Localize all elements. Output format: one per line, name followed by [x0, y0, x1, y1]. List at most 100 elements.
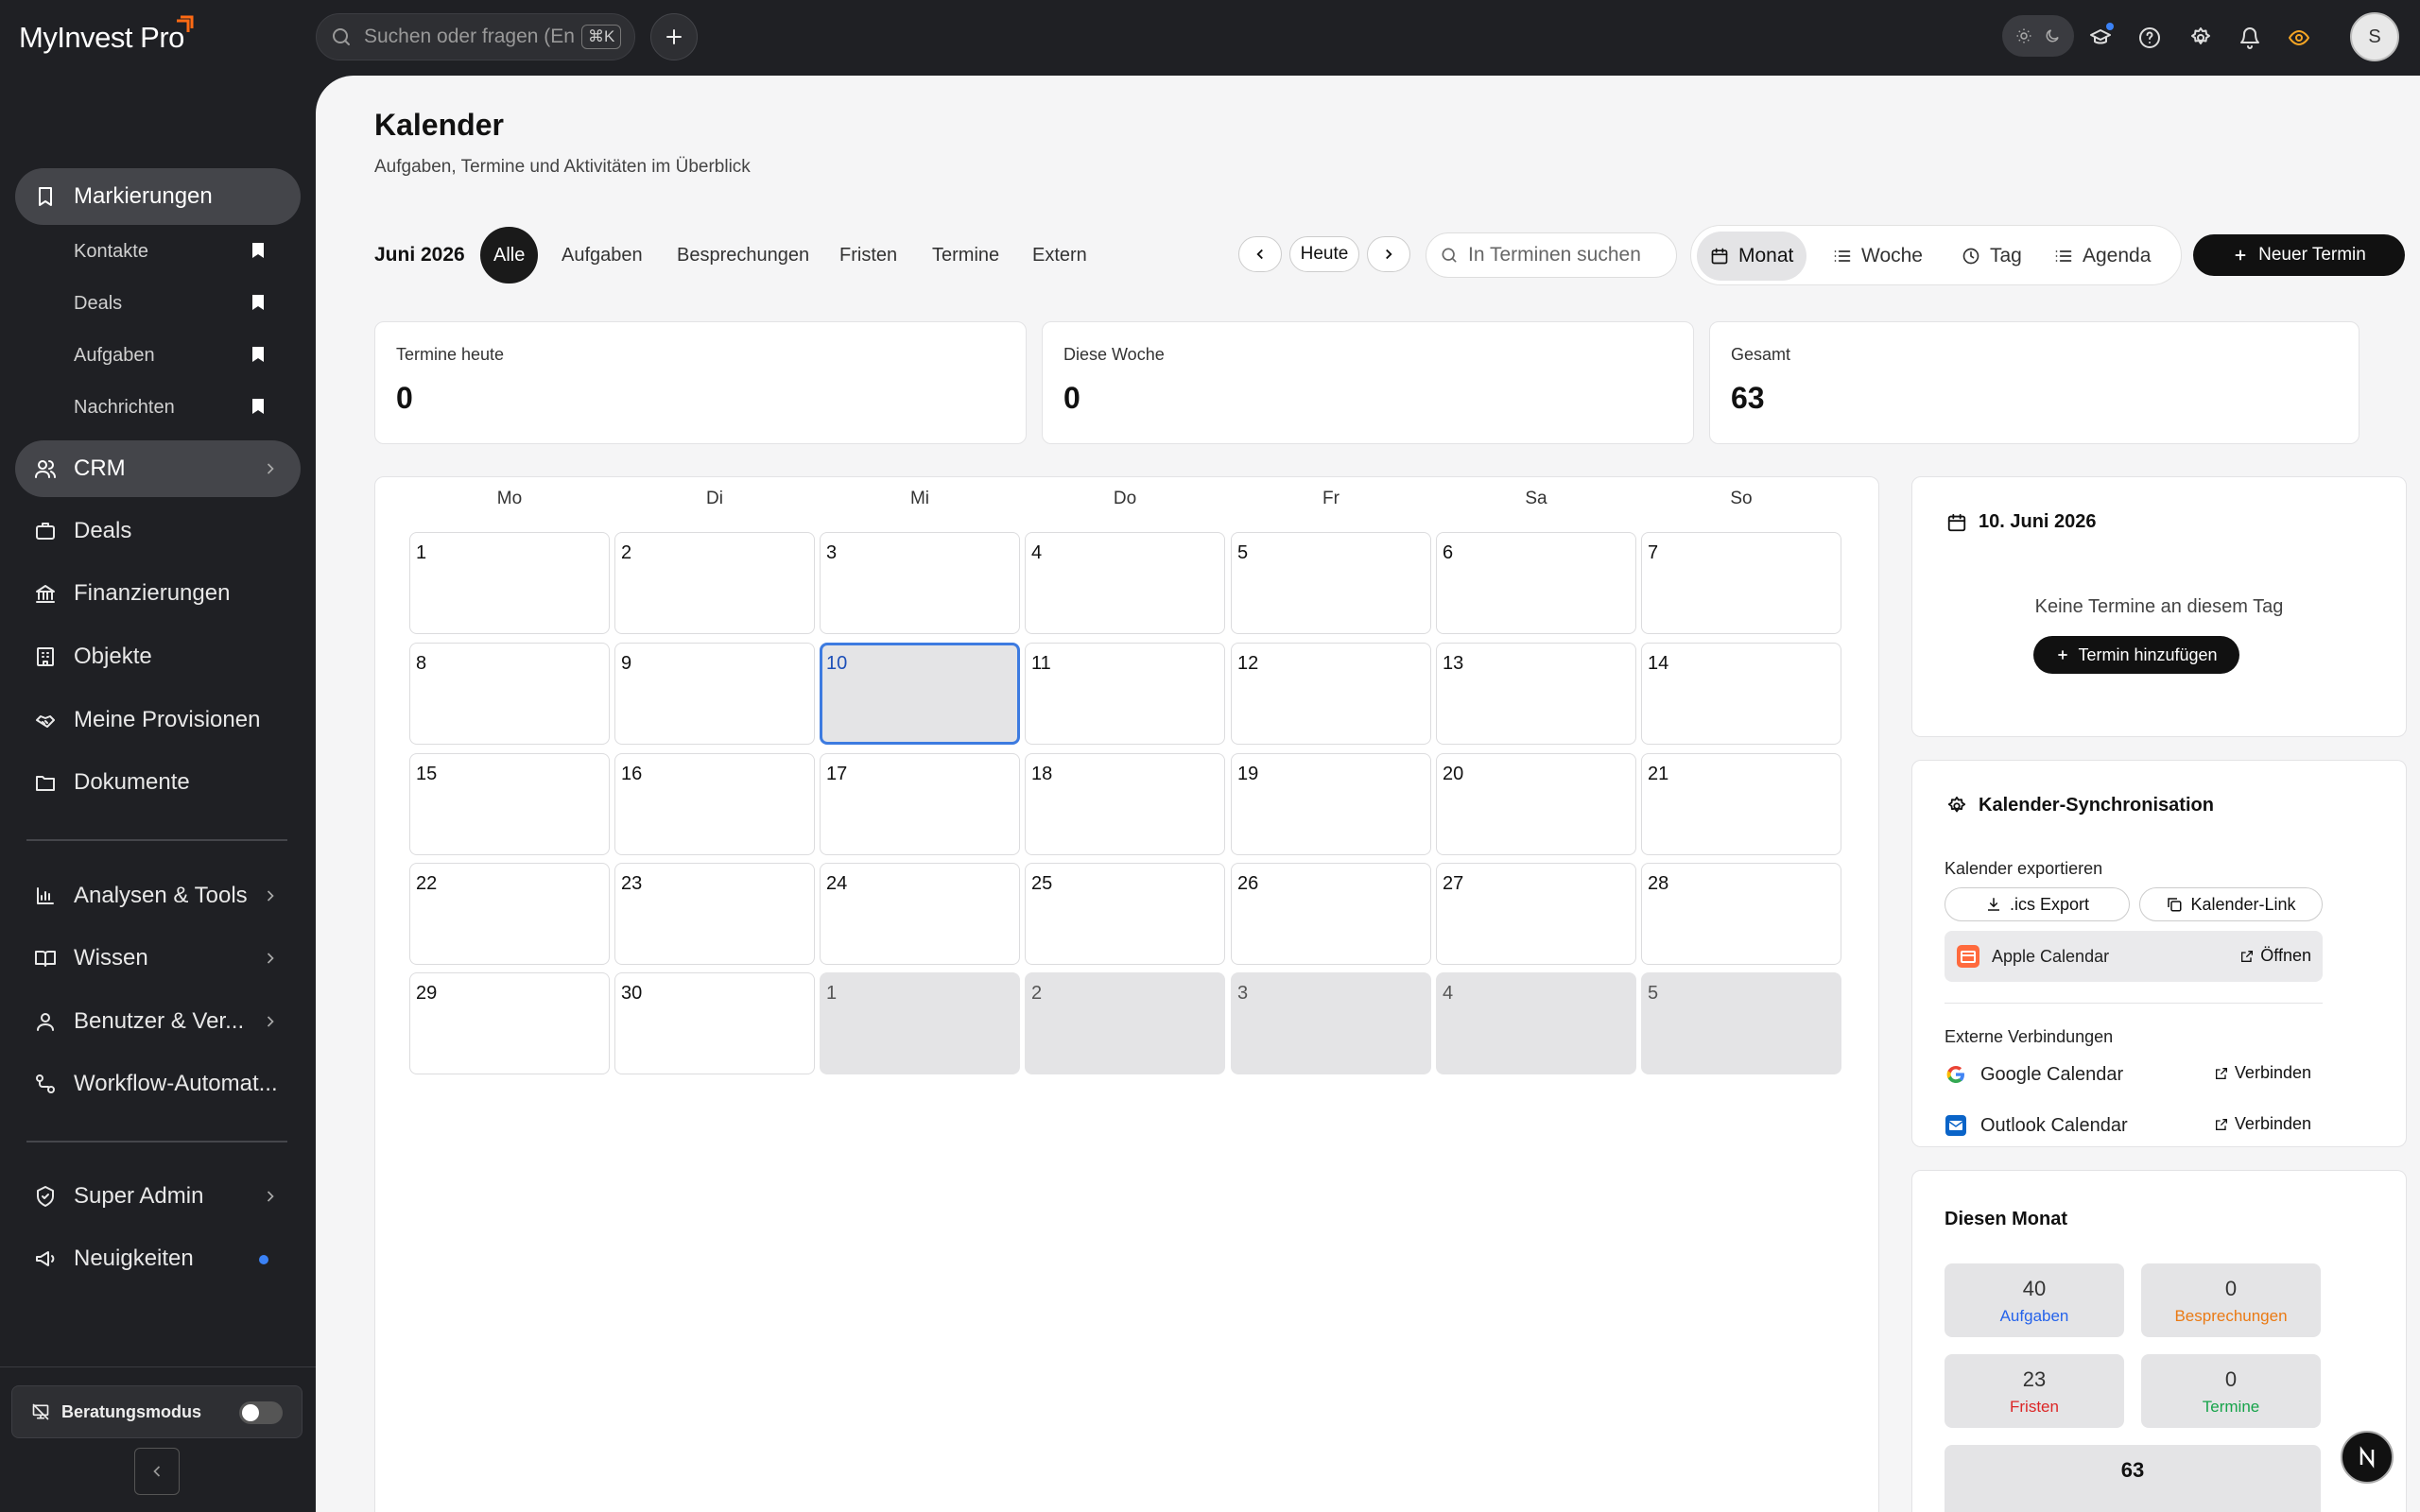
calendar-day[interactable]: 16: [614, 753, 815, 855]
calendar-day-selected[interactable]: 10: [820, 643, 1020, 745]
sidebar-item-commissions[interactable]: Meine Provisionen: [15, 692, 301, 748]
calendar-day[interactable]: 9: [614, 643, 815, 745]
calendar-day[interactable]: 28: [1641, 863, 1841, 965]
google-connect-button[interactable]: Verbinden: [2214, 1063, 2311, 1083]
calendar-day[interactable]: 27: [1436, 863, 1636, 965]
calendar-day[interactable]: 24: [820, 863, 1020, 965]
calendar-day[interactable]: 22: [409, 863, 610, 965]
calendar-day[interactable]: 5: [1641, 972, 1841, 1074]
calendar-link-button[interactable]: Kalender-Link: [2139, 887, 2323, 921]
bookmark-item-messages[interactable]: Nachrichten: [74, 388, 284, 426]
theme-toggle[interactable]: [2002, 15, 2074, 57]
calendar-day[interactable]: 12: [1231, 643, 1431, 745]
view-week-button[interactable]: Woche: [1820, 232, 1936, 281]
calendar-day[interactable]: 17: [820, 753, 1020, 855]
app-logo[interactable]: MyInvest Pro: [19, 15, 194, 55]
day-number: 5: [1237, 542, 1249, 563]
visibility-button[interactable]: [2284, 23, 2314, 53]
view-agenda-button[interactable]: Agenda: [2041, 232, 2164, 281]
calendar-day[interactable]: 4: [1436, 972, 1636, 1074]
sidebar-item-objects[interactable]: Objekte: [15, 628, 301, 685]
plus-icon: [666, 29, 682, 44]
academy-button[interactable]: [2085, 23, 2116, 53]
calendar-day[interactable]: 19: [1231, 753, 1431, 855]
bookmark-label: Deals: [74, 292, 123, 314]
calendar-day[interactable]: 14: [1641, 643, 1841, 745]
sidebar-item-crm[interactable]: CRM: [15, 440, 301, 497]
view-day-button[interactable]: Tag: [1948, 232, 2035, 281]
sidebar-item-news[interactable]: Neuigkeiten: [15, 1230, 301, 1287]
collapse-sidebar-button[interactable]: [134, 1448, 180, 1495]
sidebar-item-label: Deals: [74, 518, 132, 543]
assistant-button[interactable]: [2341, 1431, 2394, 1484]
filter-meetings[interactable]: Besprechungen: [664, 227, 822, 284]
calendar-day[interactable]: 5: [1231, 532, 1431, 634]
view-label: Agenda: [2083, 245, 2152, 266]
filter-all[interactable]: Alle: [480, 227, 539, 284]
moon-icon[interactable]: [2044, 27, 2061, 44]
sidebar-item-label: Analysen & Tools: [74, 883, 248, 908]
calendar-day[interactable]: 2: [614, 532, 815, 634]
sidebar-item-bookmarks[interactable]: Markierungen: [15, 168, 301, 225]
filter-tasks[interactable]: Aufgaben: [548, 227, 656, 284]
calendar-day[interactable]: 4: [1025, 532, 1225, 634]
event-search-input[interactable]: In Terminen suchen: [1426, 232, 1677, 278]
user-avatar[interactable]: S: [2350, 12, 2399, 61]
sidebar-item-knowledge[interactable]: Wissen: [15, 930, 301, 987]
outlook-connect-button[interactable]: Verbinden: [2214, 1114, 2311, 1134]
toggle-switch[interactable]: [239, 1401, 283, 1424]
filter-external[interactable]: Extern: [1019, 227, 1100, 284]
calendar-day[interactable]: 30: [614, 972, 815, 1074]
calendar-day[interactable]: 15: [409, 753, 610, 855]
sidebar-item-deals[interactable]: Deals: [15, 503, 301, 559]
bookmark-item-contacts[interactable]: Kontakte: [74, 232, 284, 270]
calendar-day[interactable]: 1: [820, 972, 1020, 1074]
sidebar-item-workflow[interactable]: Workflow-Automat...: [15, 1056, 301, 1112]
prev-month-button[interactable]: [1238, 236, 1282, 272]
calendar-day[interactable]: 3: [1231, 972, 1431, 1074]
quick-add-button[interactable]: [650, 13, 698, 60]
bookmark-label: Nachrichten: [74, 396, 175, 418]
bookmark-filled-icon[interactable]: [251, 294, 265, 311]
bookmark-item-tasks[interactable]: Aufgaben: [74, 336, 284, 374]
filter-appointments[interactable]: Termine: [919, 227, 1012, 284]
calendar-day[interactable]: 23: [614, 863, 815, 965]
ics-export-button[interactable]: .ics Export: [1945, 887, 2130, 921]
global-search-input[interactable]: Suchen oder fragen (Ent ⌘K: [316, 13, 635, 60]
calendar-day[interactable]: 18: [1025, 753, 1225, 855]
calendar-day[interactable]: 8: [409, 643, 610, 745]
sidebar-item-financing[interactable]: Finanzierungen: [15, 565, 301, 622]
calendar-day[interactable]: 21: [1641, 753, 1841, 855]
filter-deadlines[interactable]: Fristen: [826, 227, 910, 284]
calendar-day[interactable]: 6: [1436, 532, 1636, 634]
calendar-day[interactable]: 25: [1025, 863, 1225, 965]
add-event-button[interactable]: Termin hinzufügen: [2033, 636, 2239, 674]
sidebar-item-users[interactable]: Benutzer & Ver...: [15, 993, 301, 1050]
bookmark-filled-icon[interactable]: [251, 242, 265, 259]
bookmark-filled-icon[interactable]: [251, 398, 265, 415]
calendar-day[interactable]: 29: [409, 972, 610, 1074]
notifications-button[interactable]: [2235, 23, 2265, 53]
help-button[interactable]: [2135, 23, 2165, 53]
calendar-day[interactable]: 26: [1231, 863, 1431, 965]
calendar-day[interactable]: 7: [1641, 532, 1841, 634]
today-button[interactable]: Heute: [1289, 236, 1359, 272]
calendar-day[interactable]: 1: [409, 532, 610, 634]
sidebar-item-super-admin[interactable]: Super Admin: [15, 1168, 301, 1225]
calendar-day[interactable]: 20: [1436, 753, 1636, 855]
bookmark-filled-icon[interactable]: [251, 346, 265, 363]
calendar-day[interactable]: 13: [1436, 643, 1636, 745]
bookmark-item-deals[interactable]: Deals: [74, 284, 284, 322]
apple-open-button[interactable]: Öffnen: [2239, 946, 2311, 966]
calendar-day[interactable]: 3: [820, 532, 1020, 634]
new-event-button[interactable]: Neuer Termin: [2193, 234, 2405, 276]
consult-mode-toggle[interactable]: Beratungsmodus: [11, 1385, 302, 1438]
calendar-day[interactable]: 11: [1025, 643, 1225, 745]
sun-icon[interactable]: [2015, 27, 2032, 44]
next-month-button[interactable]: [1367, 236, 1410, 272]
settings-button[interactable]: [2186, 23, 2216, 53]
calendar-day[interactable]: 2: [1025, 972, 1225, 1074]
view-month-button[interactable]: Monat: [1697, 232, 1807, 281]
sidebar-item-analytics[interactable]: Analysen & Tools: [15, 868, 301, 924]
sidebar-item-documents[interactable]: Dokumente: [15, 754, 301, 811]
